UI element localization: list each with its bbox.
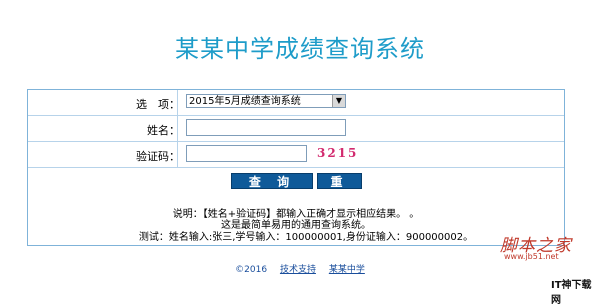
page-title: 某某中学成绩查询系统: [175, 35, 425, 63]
school-link[interactable]: 某某中学: [329, 265, 365, 275]
captcha-row: 验证码： 3215: [28, 142, 564, 168]
option-row: 选 项： 2015年5月成绩查询系统 ▼: [28, 90, 564, 116]
exam-select[interactable]: 2015年5月成绩查询系统 ▼: [186, 94, 346, 108]
brand-watermark: IT神下载网: [551, 280, 592, 306]
chevron-down-icon[interactable]: ▼: [332, 95, 345, 107]
name-label: 姓名：: [147, 124, 180, 137]
reset-button[interactable]: 重 置: [317, 173, 362, 205]
test-hint-text: 测试：姓名输入:张三,学号输入：100000001,身份证输入：90000000…: [138, 232, 474, 243]
tech-support-link[interactable]: 技术支持: [280, 265, 316, 275]
name-input[interactable]: [186, 119, 346, 136]
copyright-text: ©2016: [235, 265, 268, 275]
query-form: 选 项： 2015年5月成绩查询系统 ▼ 姓名： 验证码： 3215 查 询 重…: [27, 89, 565, 246]
site-watermark-url: www.jb51.net: [504, 252, 559, 261]
captcha-input[interactable]: [186, 145, 307, 162]
footer: ©2016 技术支持 某某中学: [0, 262, 600, 275]
captcha-image[interactable]: 3215: [317, 146, 358, 160]
query-button[interactable]: 查 询: [231, 173, 313, 189]
exam-select-value: 2015年5月成绩查询系统: [189, 96, 301, 107]
name-row: 姓名：: [28, 116, 564, 142]
option-label: 选 项：: [136, 98, 180, 111]
captcha-label: 验证码：: [136, 150, 180, 163]
